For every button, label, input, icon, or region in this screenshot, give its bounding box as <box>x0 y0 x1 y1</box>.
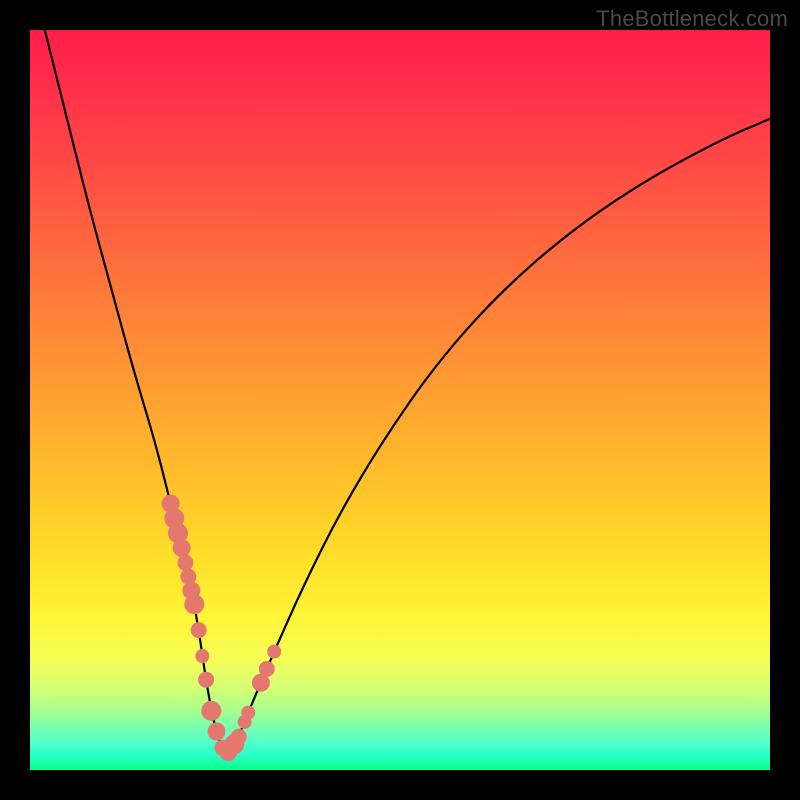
bead <box>231 729 247 745</box>
bottleneck-curve <box>45 30 770 752</box>
bead <box>259 661 275 677</box>
bead <box>184 594 204 614</box>
watermark-text: TheBottleneck.com <box>596 6 788 32</box>
bead <box>241 706 255 720</box>
bead <box>208 723 226 741</box>
bead <box>195 649 209 663</box>
bead <box>177 555 193 571</box>
bead <box>191 622 207 638</box>
bead-cluster <box>162 495 282 762</box>
bead <box>173 539 191 557</box>
curve-layer <box>30 30 770 770</box>
bead <box>198 672 214 688</box>
bead <box>201 701 221 721</box>
bead <box>267 645 281 659</box>
